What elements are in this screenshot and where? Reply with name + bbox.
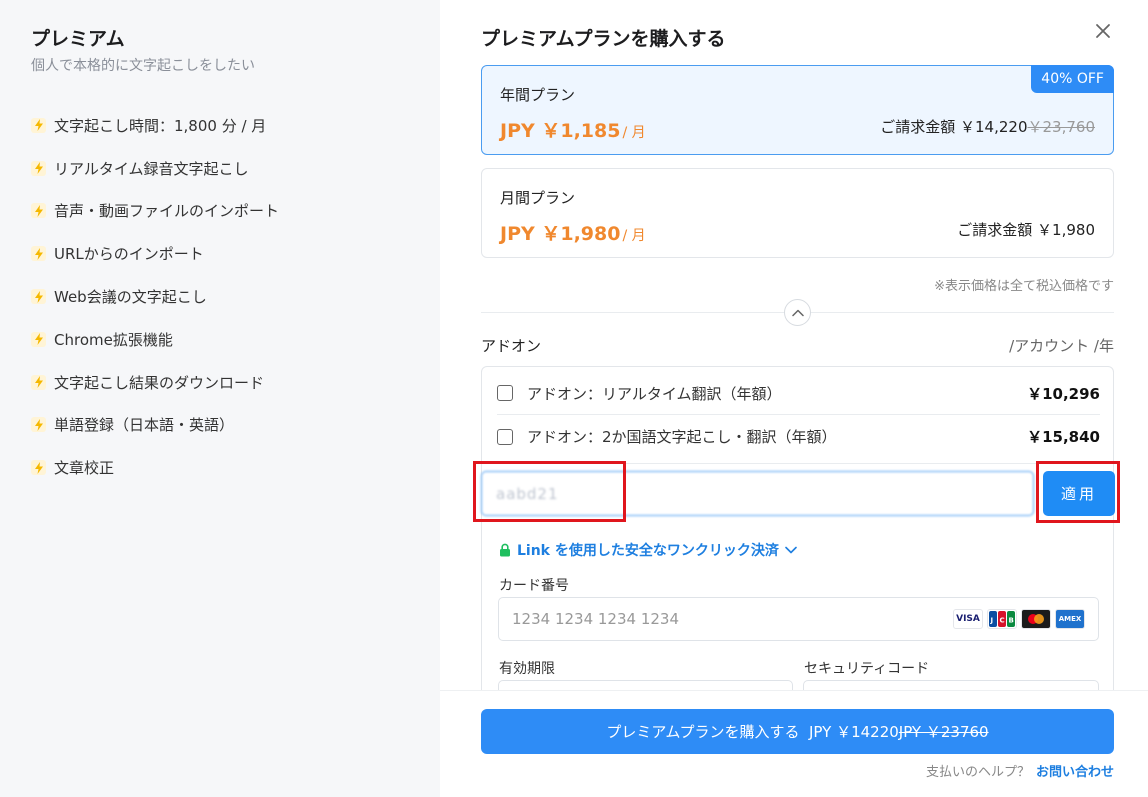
apply-coupon-button[interactable]: 適用 — [1043, 471, 1115, 516]
bolt-icon — [31, 246, 46, 262]
feature-list: 文字起こし時間：1,800 分 / 月 リアルタイム録音文字起こし 音声・動画フ… — [31, 104, 279, 489]
addon-label: アドオン：リアルタイム翻訳（年額） — [527, 384, 782, 403]
bolt-icon — [31, 160, 46, 176]
link-pay-toggle[interactable]: Link を使用した安全なワンクリック決済 — [499, 540, 803, 560]
purchase-footer: プレミアムプランを購入する JPY ￥14220JPY ￥23760 支払いのヘ… — [440, 690, 1148, 797]
coupon-input[interactable] — [481, 471, 1034, 516]
plan-bill-amount: ご請求金額 ￥14,220￥23,760 — [880, 118, 1096, 136]
plan-price: JPY ￥1,185/ 月 — [500, 120, 646, 142]
svg-text:B: B — [1009, 617, 1014, 625]
addon-item[interactable]: アドオン：リアルタイム翻訳（年額） ￥10,296 — [497, 372, 1100, 415]
purchase-button[interactable]: プレミアムプランを購入する JPY ￥14220JPY ￥23760 — [481, 709, 1114, 754]
visa-icon: VISA — [953, 609, 983, 629]
feature-item: Chrome拡張機能 — [31, 318, 279, 361]
card-number-field[interactable]: 1234 1234 1234 1234 VISA JCB AMEX — [498, 597, 1099, 641]
feature-item: 音声・動画ファイルのインポート — [31, 190, 279, 233]
feature-item: URLからのインポート — [31, 232, 279, 275]
bolt-icon — [31, 289, 46, 305]
card-number-label: カード番号 — [499, 578, 569, 594]
bolt-icon — [31, 374, 46, 390]
plan-price: JPY ￥1,980/ 月 — [500, 223, 646, 245]
feature-item: 単語登録（日本語・英語） — [31, 404, 279, 447]
collapse-chevron-icon[interactable] — [784, 299, 811, 326]
page-title: プレミアムプランを購入する — [481, 28, 726, 50]
addon-unit: /アカウント /年 — [1009, 337, 1114, 355]
original-price: ￥23,760 — [1027, 118, 1096, 136]
discount-badge: 40% OFF — [1031, 65, 1114, 93]
plan-name: 年間プラン — [500, 86, 576, 104]
original-price: JPY ￥23760 — [898, 723, 989, 741]
feature-panel: プレミアム 個人で本格的に文字起こしをしたい 文字起こし時間：1,800 分 /… — [0, 0, 440, 797]
amex-icon: AMEX — [1055, 609, 1085, 629]
plan-bill-amount: ご請求金額 ￥1,980 — [957, 221, 1095, 239]
bolt-icon — [31, 417, 46, 433]
addon-checkbox[interactable] — [497, 428, 513, 445]
tax-note: ※表示価格は全て税込価格です — [934, 279, 1114, 294]
expiry-label: 有効期限 — [499, 661, 555, 677]
feature-item: Web会議の文字起こし — [31, 275, 279, 318]
feature-item: 文章校正 — [31, 446, 279, 489]
mastercard-icon — [1021, 609, 1051, 629]
plan-card-annual[interactable]: 40% OFF 年間プラン JPY ￥1,185/ 月 ご請求金額 ￥14,22… — [481, 65, 1114, 155]
plan-subtitle: 個人で本格的に文字起こしをしたい — [31, 58, 255, 74]
close-icon[interactable] — [1092, 20, 1114, 42]
divider — [482, 463, 1113, 464]
plan-name: 月間プラン — [500, 189, 576, 207]
plan-title: プレミアム — [31, 28, 125, 50]
lock-icon — [500, 543, 510, 557]
svg-text:J: J — [990, 617, 994, 625]
bolt-icon — [31, 203, 46, 219]
addon-label: アドオン：2か国語文字起こし・翻訳（年額） — [527, 428, 837, 446]
plan-card-monthly[interactable]: 月間プラン JPY ￥1,980/ 月 ご請求金額 ￥1,980 — [481, 168, 1114, 258]
addon-item[interactable]: アドオン：2か国語文字起こし・翻訳（年額） ￥15,840 — [497, 415, 1100, 458]
bolt-icon — [31, 331, 46, 347]
bolt-icon — [31, 460, 46, 476]
contact-link[interactable]: お問い合わせ — [1036, 765, 1114, 780]
svg-text:C: C — [1000, 617, 1005, 625]
feature-item: リアルタイム録音文字起こし — [31, 147, 279, 190]
cvc-label: セキュリティコード — [804, 661, 930, 677]
feature-item: 文字起こし時間：1,800 分 / 月 — [31, 104, 279, 147]
purchase-panel: プレミアムプランを購入する 40% OFF 年間プラン JPY ￥1,185/ … — [440, 0, 1148, 797]
help-row: 支払いのヘルプ？ お問い合わせ — [925, 765, 1114, 780]
addon-price: ￥10,296 — [1027, 384, 1100, 403]
addon-checkbox[interactable] — [497, 385, 513, 401]
card-number-placeholder: 1234 1234 1234 1234 — [512, 610, 679, 628]
card-brands: VISA JCB AMEX — [953, 609, 1085, 629]
addon-price: ￥15,840 — [1027, 428, 1100, 446]
feature-item: 文字起こし結果のダウンロード — [31, 361, 279, 404]
jcb-icon: JCB — [987, 609, 1017, 629]
chevron-down-icon — [785, 546, 797, 554]
bolt-icon — [31, 117, 46, 133]
addon-heading: アドオン — [481, 337, 542, 355]
